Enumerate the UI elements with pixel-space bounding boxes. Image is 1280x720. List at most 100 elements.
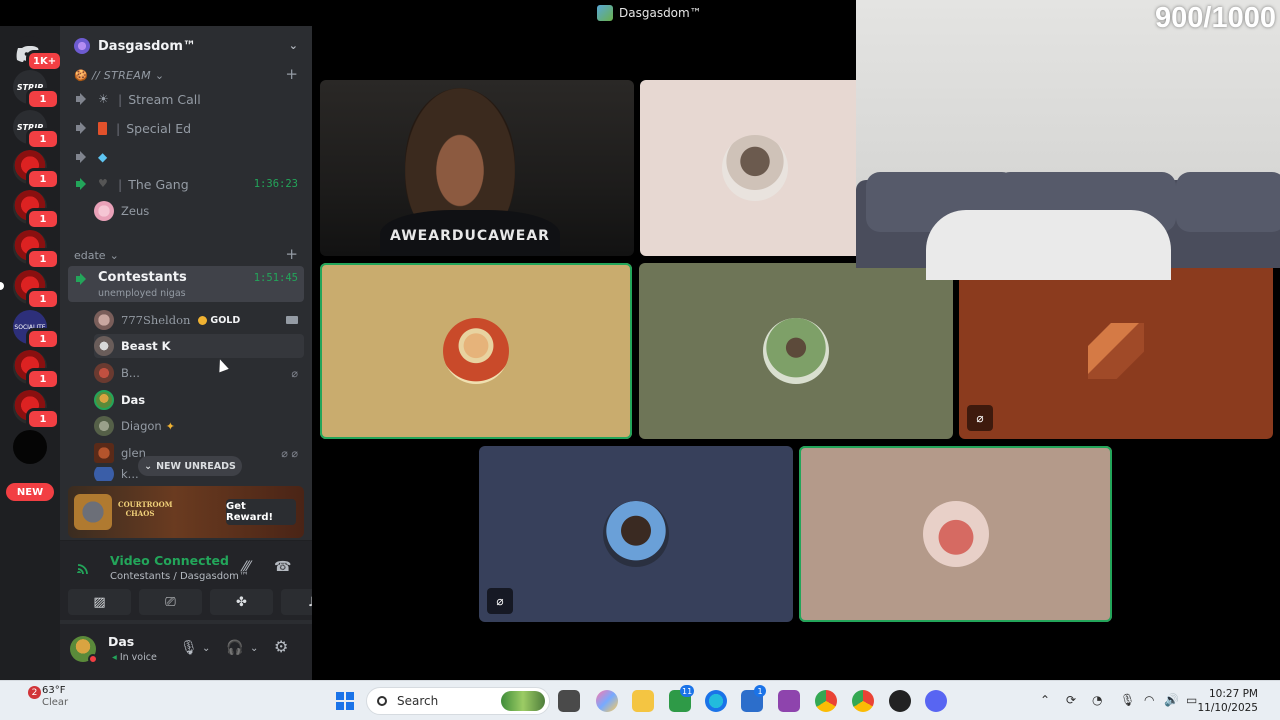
voice-user-zeus[interactable]: Zeus: [94, 199, 304, 223]
weather-temperature: 63°F: [42, 685, 66, 696]
system-clock[interactable]: 10:27 PM 11/10/2025: [1197, 687, 1258, 715]
file-explorer-icon[interactable]: [632, 690, 654, 712]
discord-taskbar-icon[interactable]: [925, 690, 947, 712]
call-timer: 1:36:23: [253, 178, 298, 190]
search-highlight-image: [501, 691, 545, 711]
speaker-icon: [76, 93, 90, 105]
user-panel-name[interactable]: Das: [108, 634, 134, 649]
edge-browser-icon[interactable]: [705, 690, 727, 712]
store-badge: 1: [754, 685, 766, 697]
category-edate[interactable]: edate ⌄: [74, 249, 119, 262]
voice-location[interactable]: Contestants / Dasgasdom™: [110, 571, 249, 582]
video-tile[interactable]: [640, 80, 870, 256]
sync-icon[interactable]: ⟳: [1066, 693, 1076, 707]
voice-user-diagon[interactable]: Diagon ✦: [94, 414, 304, 438]
book-emoji-icon: [98, 121, 107, 135]
security-icon[interactable]: ◔: [1092, 693, 1102, 707]
guild-icon: [74, 38, 90, 54]
speaker-icon: [76, 178, 90, 190]
user-name: Zeus: [121, 204, 150, 218]
chrome-profile-icon[interactable]: [852, 690, 874, 712]
channel-the-gang[interactable]: ♥ | The Gang 1:36:23: [68, 172, 304, 196]
app-icon[interactable]: [889, 690, 911, 712]
add-channel-plus-icon[interactable]: +: [285, 245, 298, 263]
settings-gear-icon[interactable]: ⚙: [274, 637, 288, 656]
muted-mic-icon: ⌀: [291, 366, 298, 380]
user-name: 777Sheldon: [121, 313, 191, 327]
new-unreads-pill[interactable]: NEW: [6, 483, 54, 501]
gem-emoji-icon: ◆: [98, 150, 108, 164]
avatar: [94, 416, 114, 436]
shirt-text: AWEARDUCAWEAR: [380, 210, 560, 256]
user-name: Beast K: [121, 339, 171, 353]
call-timer: 1:51:45: [253, 272, 298, 284]
copilot-icon[interactable]: [596, 690, 618, 712]
channel-stream-call[interactable]: ☀ | Stream Call: [68, 87, 304, 111]
video-tile[interactable]: ⌀: [959, 263, 1273, 439]
avatar: [94, 310, 114, 330]
server-badge: 1: [26, 368, 60, 390]
weather-widget[interactable]: 2 63°F Clear: [20, 685, 68, 709]
disconnect-icon[interactable]: ☎: [274, 559, 291, 575]
voice-user-beast-k[interactable]: Beast K: [94, 334, 304, 358]
speaker-icon: [76, 273, 90, 285]
task-view-icon[interactable]: [558, 690, 580, 712]
channel-contestants[interactable]: Contestants 1:51:45 unemployed nigas: [68, 266, 304, 302]
server-badge: 1: [26, 328, 60, 350]
user-panel-status: ◂ In voice: [112, 652, 157, 663]
add-channel-plus-icon[interactable]: +: [285, 65, 298, 83]
chevron-down-icon[interactable]: ⌄: [202, 643, 210, 654]
voice-status[interactable]: Video Connected: [110, 553, 229, 568]
channel-special-ed[interactable]: | Special Ed: [68, 116, 304, 140]
chrome-icon[interactable]: [815, 690, 837, 712]
new-unreads-button[interactable]: ⌄ NEW UNREADS: [138, 456, 242, 476]
microphone-tray-icon[interactable]: 🎙: [1120, 693, 1135, 707]
promo-title: COURTROOM CHAOS: [118, 500, 173, 518]
promo-banner[interactable]: COURTROOM CHAOS Get Reward!: [68, 486, 304, 538]
voice-user-777sheldon[interactable]: 777Sheldon GOLD: [94, 308, 304, 332]
camera-off-button[interactable]: ▨: [68, 589, 131, 615]
stream-overlay-camera: 900/1000: [856, 0, 1280, 280]
screen-share-icon: ⎚: [165, 594, 176, 610]
promo-logo-icon: [74, 494, 112, 530]
channel-name: The Gang: [128, 176, 189, 192]
headphones-icon[interactable]: 🎧: [226, 640, 243, 656]
channel-gem[interactable]: ◆: [68, 145, 304, 169]
get-reward-button[interactable]: Get Reward!: [226, 499, 296, 525]
signal-strength-icon[interactable]: [76, 559, 92, 575]
window-titlebar: Dasgasdom™: [0, 0, 856, 26]
clock-time: 10:27 PM: [1209, 688, 1258, 700]
avatar: [94, 467, 114, 481]
user-status-text: In voice: [119, 652, 157, 663]
screen-share-button[interactable]: ⎚: [139, 589, 202, 615]
video-tile-speaking[interactable]: [799, 446, 1112, 622]
app-icon: [597, 5, 613, 21]
taskbar-search[interactable]: Search: [366, 687, 550, 715]
guild-header[interactable]: Dasgasdom™ ⌄: [60, 26, 312, 66]
video-tile[interactable]: [639, 263, 953, 439]
channel-name: Stream Call: [128, 91, 201, 107]
voice-user-b[interactable]: B... ⌀: [94, 361, 304, 385]
speaker-icon: [76, 122, 90, 134]
video-tile-live-camera[interactable]: AWEARDUCAWEAR: [320, 80, 634, 256]
battery-icon[interactable]: ▭: [1186, 693, 1197, 707]
chevron-down-icon: ⌄: [144, 460, 153, 472]
activities-button[interactable]: ✤: [210, 589, 273, 615]
volume-icon[interactable]: 🔊: [1164, 693, 1179, 707]
tray-overflow-chevron-icon[interactable]: ⌃: [1040, 693, 1050, 707]
category-stream[interactable]: 🍪 // STREAM ⌄: [74, 69, 164, 82]
server-icon[interactable]: [13, 430, 47, 464]
selected-server-indicator: [0, 282, 4, 290]
noise-suppression-icon[interactable]: ⁄⁄⁄: [243, 559, 250, 575]
media-app-icon[interactable]: [778, 690, 800, 712]
microphone-icon[interactable]: 🎙: [180, 640, 198, 656]
wifi-icon[interactable]: ◠: [1144, 693, 1154, 707]
category-label: // STREAM: [92, 69, 151, 82]
video-camera-icon: [286, 316, 298, 324]
video-tile-speaking[interactable]: [320, 263, 632, 439]
chevron-down-icon[interactable]: ⌄: [250, 643, 258, 654]
video-tile[interactable]: ⌀: [479, 446, 793, 622]
windows-start-icon[interactable]: [336, 692, 354, 710]
weather-badge: 2: [28, 686, 41, 699]
voice-user-das[interactable]: Das: [94, 388, 304, 412]
